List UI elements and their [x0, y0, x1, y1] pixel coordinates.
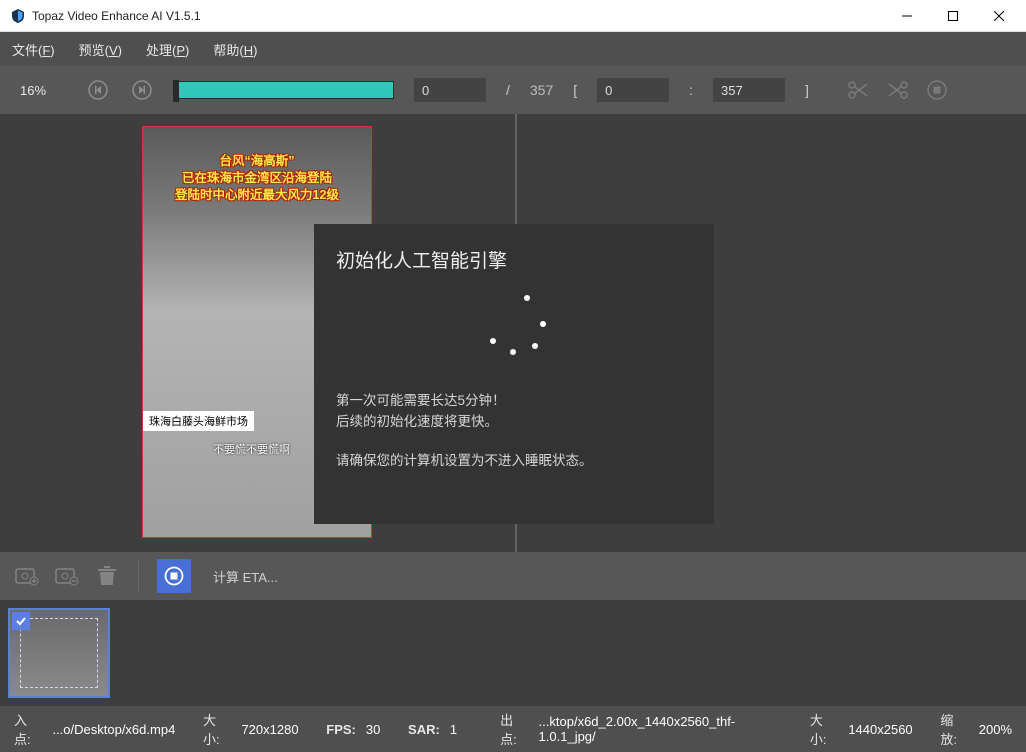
caption-line: 已在珠海市金湾区沿海登陆: [143, 170, 371, 187]
video-subtitle: 不要慌不要慌啊: [213, 441, 290, 457]
caption-line: 登陆时中心附近最大风力12级: [143, 187, 371, 204]
out-label: 出点:: [500, 710, 528, 748]
range-end-input[interactable]: [713, 78, 785, 102]
preview-viewport: 台风“海高斯” 已在珠海市金湾区沿海登陆 登陆时中心附近最大风力12级 珠海白藤…: [0, 114, 1026, 552]
timeline-fill: [175, 82, 393, 98]
titlebar: Topaz Video Enhance AI V1.5.1: [0, 0, 1026, 32]
skip-start-button[interactable]: [86, 78, 110, 102]
dialog-title: 初始化人工智能引擎: [336, 246, 692, 273]
out-path: ...ktop/x6d_2.00x_1440x2560_thf-1.0.1_jp…: [539, 714, 783, 744]
menu-process[interactable]: 处理(P): [146, 40, 189, 59]
menu-preview[interactable]: 预览(V): [79, 40, 122, 59]
close-button[interactable]: [976, 0, 1022, 32]
bracket-open: [: [573, 82, 577, 98]
fps-value: 30: [366, 722, 380, 737]
menu-file[interactable]: 文件(F): [12, 40, 55, 59]
menu-help[interactable]: 帮助(H): [213, 40, 257, 59]
in-size: 720x1280: [241, 722, 298, 737]
maximize-button[interactable]: [930, 0, 976, 32]
ai-init-dialog: 初始化人工智能引擎 第一次可能需要长达5分钟！ 后续的初始化速度将更快。 请确保…: [314, 224, 714, 524]
minimize-button[interactable]: [884, 0, 930, 32]
bracket-close: ]: [805, 82, 809, 98]
total-frames: 357: [530, 82, 553, 98]
sar-label: SAR:: [408, 722, 440, 737]
action-bar: 计算 ETA...: [0, 552, 1026, 600]
in-size-label: 大小:: [203, 710, 231, 748]
crop-outline-icon: [20, 618, 98, 688]
out-size-label: 大小:: [810, 710, 838, 748]
dialog-text: 请确保您的计算机设置为不进入睡眠状态。: [336, 451, 692, 472]
out-size: 1440x2560: [848, 722, 912, 737]
range-start-input[interactable]: [597, 78, 669, 102]
in-path: ...o/Desktop/x6d.mp4: [52, 722, 175, 737]
zoom-percent: 16%: [20, 83, 66, 98]
fps-label: FPS:: [326, 722, 356, 737]
sar-value: 1: [450, 722, 457, 737]
transport-toolbar: 16% / 357 [ : ]: [0, 66, 1026, 114]
add-clip-button[interactable]: [14, 563, 40, 589]
caption-line: 台风“海高斯”: [143, 153, 371, 170]
action-divider: [138, 559, 139, 593]
clip-checked-icon[interactable]: [12, 612, 30, 630]
status-bar: 入点: ...o/Desktop/x6d.mp4 大小: 720x1280 FP…: [0, 706, 1026, 752]
range-colon: :: [689, 82, 693, 98]
scissors-right-icon[interactable]: [887, 80, 909, 100]
stop-circle-icon[interactable]: [927, 80, 947, 100]
frame-slash: /: [506, 82, 510, 98]
app-logo-icon: [10, 8, 26, 24]
clips-strip: [0, 600, 1026, 706]
in-label: 入点:: [14, 710, 42, 748]
timeline-thumb[interactable]: [173, 80, 179, 102]
trash-button[interactable]: [94, 563, 120, 589]
current-frame-input[interactable]: [414, 78, 486, 102]
timeline-slider[interactable]: [174, 81, 394, 99]
skip-end-button[interactable]: [130, 78, 154, 102]
scale-value: 200%: [979, 722, 1012, 737]
scale-label: 缩放:: [940, 710, 968, 748]
stop-processing-button[interactable]: [157, 559, 191, 593]
cut-tools: [847, 80, 947, 100]
menu-bar: 文件(F) 预览(V) 处理(P) 帮助(H): [0, 32, 1026, 66]
remove-clip-button[interactable]: [54, 563, 80, 589]
loading-spinner-icon: [474, 293, 554, 373]
video-caption-overlay: 台风“海高斯” 已在珠海市金湾区沿海登陆 登陆时中心附近最大风力12级: [143, 153, 371, 204]
eta-text: 计算 ETA...: [213, 567, 278, 586]
clip-thumbnail[interactable]: [8, 608, 110, 698]
window-title: Topaz Video Enhance AI V1.5.1: [32, 9, 201, 23]
scissors-left-icon[interactable]: [847, 80, 869, 100]
dialog-text: 第一次可能需要长达5分钟！: [336, 391, 692, 412]
dialog-text: 后续的初始化速度将更快。: [336, 412, 692, 433]
video-location-tag: 珠海白藤头海鲜市场: [143, 411, 254, 431]
